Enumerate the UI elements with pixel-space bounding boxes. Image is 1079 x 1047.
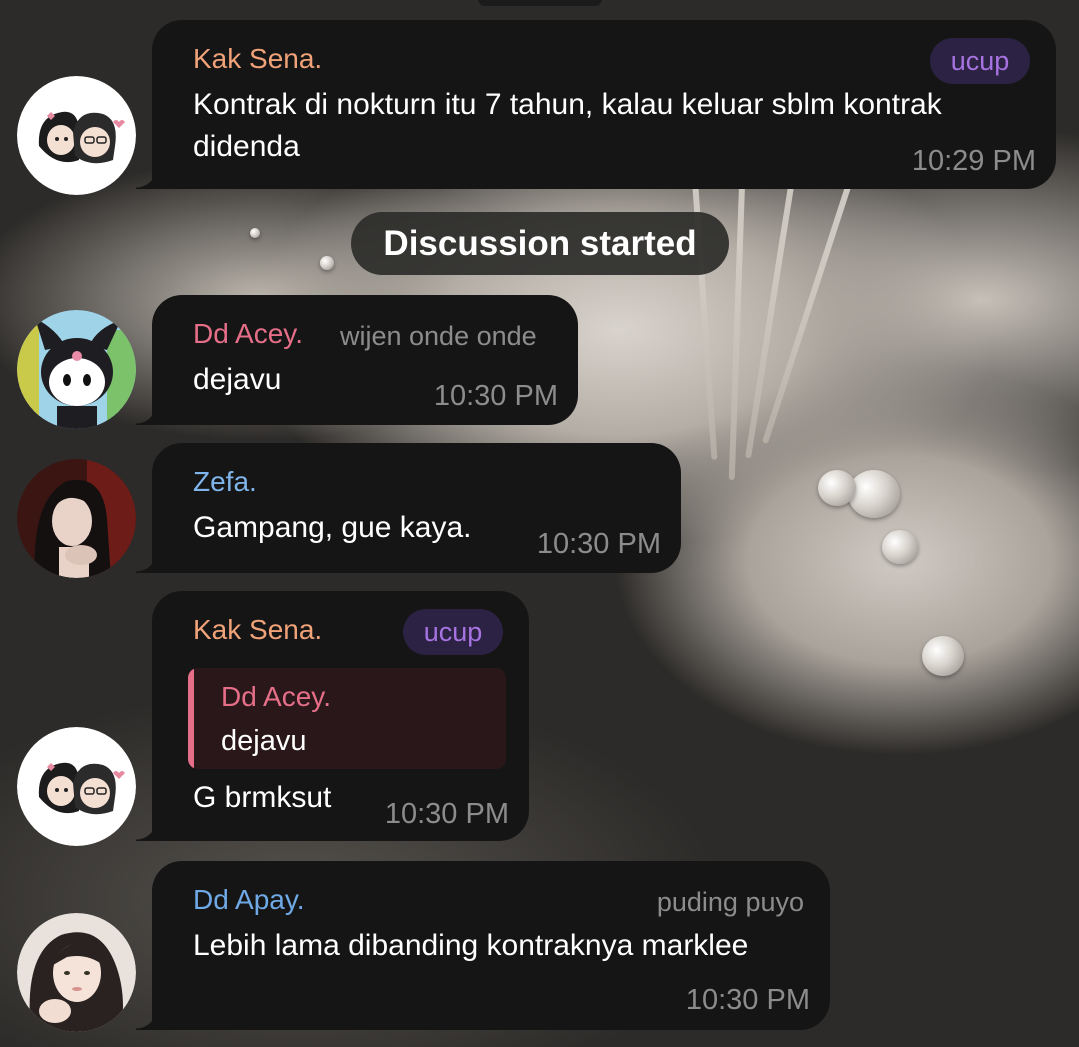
avatar[interactable] — [17, 727, 136, 846]
avatar[interactable] — [17, 459, 136, 578]
message-time: 10:30 PM — [536, 528, 661, 560]
member-title: wijen onde onde — [340, 321, 537, 351]
sender-name[interactable]: Dd Acey. — [193, 317, 303, 351]
message-text: Lebih lama dibanding kontraknya marklee — [193, 929, 749, 962]
avatar[interactable] — [17, 76, 136, 195]
sender-name[interactable]: Kak Sena. — [193, 613, 322, 647]
message-text: Kontrak di nokturn itu 7 tahun, kalau ke… — [193, 88, 942, 121]
message-text: didenda — [193, 130, 300, 163]
portrait-photo-avatar-icon — [17, 459, 136, 578]
message-bubble[interactable]: Kak Sena. ucup Kontrak di nokturn itu 7 … — [136, 20, 1056, 189]
reply-text: dejavu — [221, 725, 307, 757]
message-bubble[interactable]: Dd Apay. puding puyo Lebih lama dibandin… — [136, 861, 830, 1030]
service-message: Discussion started — [351, 212, 729, 275]
scroll-indicator — [478, 0, 602, 6]
message-time: 10:30 PM — [685, 984, 810, 1016]
reply-bar — [188, 668, 194, 769]
message-time: 10:29 PM — [911, 145, 1036, 177]
avatar[interactable] — [17, 913, 136, 1032]
selfie-photo-avatar-icon — [17, 913, 136, 1032]
message-time: 10:30 PM — [433, 380, 558, 412]
reply-quote[interactable]: Dd Acey. dejavu — [188, 668, 506, 769]
admin-badge: ucup — [930, 38, 1030, 84]
sender-name[interactable]: Zefa. — [193, 465, 257, 499]
message-time: 10:30 PM — [384, 798, 509, 830]
avatar[interactable] — [17, 310, 136, 429]
kuromi-avatar-icon — [17, 310, 136, 429]
member-title: puding puyo — [656, 887, 804, 917]
message-text: G brmksut — [193, 781, 332, 814]
sender-name[interactable]: Kak Sena. — [193, 42, 322, 76]
message-text: dejavu — [193, 363, 282, 396]
reply-sender: Dd Acey. — [221, 681, 331, 712]
admin-badge: ucup — [403, 609, 503, 655]
couple-sticker-avatar-icon — [17, 76, 136, 195]
message-bubble[interactable]: Dd Acey. wijen onde onde dejavu 10:30 PM — [136, 295, 578, 425]
message-text: Gampang, gue kaya. — [193, 511, 472, 544]
sender-name[interactable]: Dd Apay. — [193, 883, 305, 917]
couple-sticker-avatar-icon — [17, 727, 136, 846]
message-bubble[interactable]: Zefa. Gampang, gue kaya. 10:30 PM — [136, 443, 681, 573]
